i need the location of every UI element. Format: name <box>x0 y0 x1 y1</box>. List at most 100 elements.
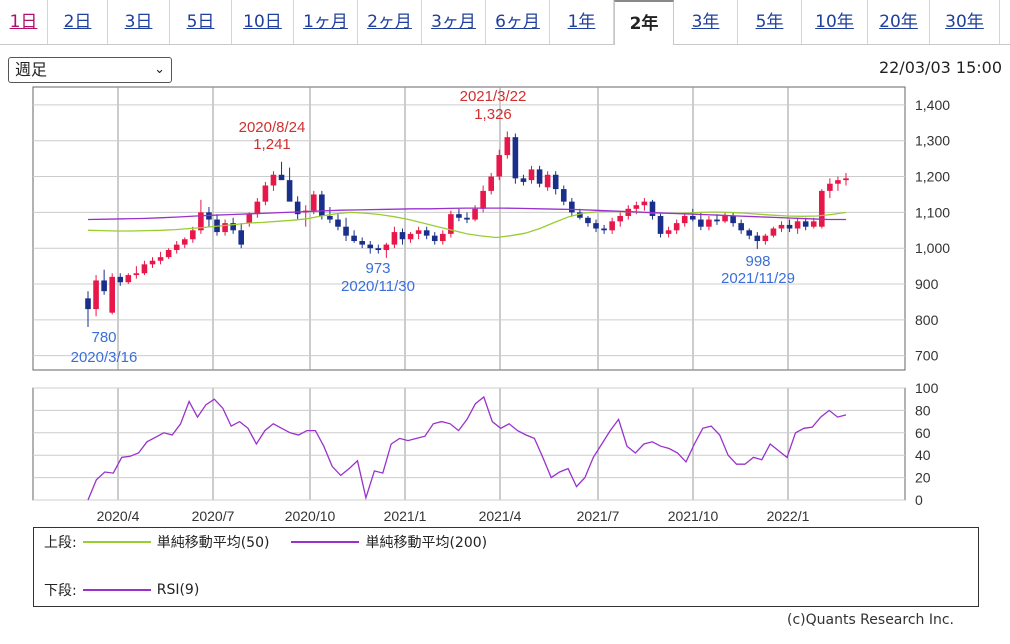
candle-body <box>770 228 777 236</box>
candle-body <box>141 264 148 274</box>
candle-body <box>407 233 414 240</box>
x-tick-label: 2021/10 <box>668 508 719 524</box>
stock-chart: 2020/4 2020/7 2020/10 2021/1 2021/4 2021/7 202… <box>32 86 950 524</box>
candle-body <box>585 217 591 224</box>
candle-body <box>399 232 406 240</box>
rsi-tick-label: 40 <box>915 447 931 463</box>
candle-body <box>819 190 825 227</box>
price-tick-label: 1,200 <box>915 169 950 185</box>
candle-body <box>415 230 422 234</box>
candle-body <box>383 244 390 250</box>
legend-ma50-label: 単純移動平均(50) <box>156 535 270 551</box>
candle-body <box>794 221 801 229</box>
x-tick-label: 2021/4 <box>479 508 522 524</box>
candle-body <box>173 244 180 250</box>
candle-body <box>335 219 341 227</box>
candle-body <box>786 224 793 229</box>
candle-body <box>496 155 503 177</box>
candle-body <box>665 230 672 234</box>
candle-body <box>504 137 511 156</box>
candle-body <box>601 228 607 231</box>
candle-body <box>157 257 164 261</box>
candle-body <box>738 223 744 231</box>
copyright: (c)Quants Research Inc. <box>786 612 954 628</box>
candle-body <box>843 178 849 181</box>
annotation-date: 2021/11/29 <box>721 270 795 287</box>
price-tick-label: 800 <box>915 312 939 328</box>
annotation-value: 973 <box>365 260 390 277</box>
candle-body <box>85 298 91 310</box>
price-tick-label: 1,400 <box>915 97 950 113</box>
candle-body <box>722 215 728 222</box>
price-tick-label: 1,100 <box>915 204 950 220</box>
candle-body <box>431 235 438 242</box>
candle-body <box>270 174 277 186</box>
candle-body <box>649 201 656 216</box>
candle-body <box>101 280 107 292</box>
price-tick-label: 1,000 <box>915 240 950 256</box>
chart-legend: 上段: 単純移動平均(50) 単純移動平均(200) 下段: RSI(9) <box>33 527 979 607</box>
candle-body <box>327 215 333 220</box>
legend-lower-label: 下段: <box>44 583 77 599</box>
candle-body <box>827 183 833 191</box>
rsi-tick-label: 60 <box>915 425 931 441</box>
legend-ma200-swatch <box>291 541 360 543</box>
x-tick-label: 2022/1 <box>767 508 810 524</box>
price-tick-label: 700 <box>915 348 939 364</box>
candle-body <box>117 276 124 283</box>
candle-body <box>520 178 527 182</box>
candle-body <box>560 189 567 202</box>
candle-body <box>367 244 374 249</box>
annotation-date: 2020/11/30 <box>341 278 415 295</box>
candle-body <box>810 221 817 227</box>
legend-rsi-label: RSI(9) <box>156 582 200 598</box>
annotation-value: 1,326 <box>474 106 512 123</box>
candle-body <box>262 185 269 202</box>
x-tick-label: 2021/1 <box>384 508 427 524</box>
annotation-date: 2020/8/24 <box>239 119 306 136</box>
candle-body <box>133 273 140 276</box>
candle-body <box>528 169 535 181</box>
candle-body <box>391 232 398 245</box>
candle-body <box>746 230 753 236</box>
x-tick-label: 2020/7 <box>192 508 235 524</box>
rsi-tick-label: 100 <box>915 380 939 396</box>
candle-body <box>480 190 486 209</box>
candle-body <box>835 180 841 184</box>
candle-body <box>673 223 680 231</box>
candle-body <box>351 235 357 242</box>
candle-body <box>190 230 196 240</box>
candle-body <box>778 224 785 229</box>
candle-body <box>93 280 99 310</box>
candle-body <box>544 174 551 188</box>
candle-body <box>440 233 446 242</box>
x-tick-label: 2021/7 <box>577 508 620 524</box>
candle-body <box>488 176 494 191</box>
candle-body <box>762 235 769 242</box>
candle-body <box>698 219 704 227</box>
candle-body <box>456 214 462 218</box>
candle-body <box>181 239 188 245</box>
candle-body <box>254 201 261 215</box>
x-tick-label: 2020/4 <box>97 508 140 524</box>
candle-body <box>222 223 228 233</box>
candle-body <box>552 174 559 190</box>
annotation-date: 2021/3/22 <box>460 88 527 105</box>
candle-body <box>472 208 478 220</box>
x-tick-label: 2020/10 <box>285 508 336 524</box>
rsi-tick-label: 80 <box>915 402 931 418</box>
annotation-value: 998 <box>745 253 770 270</box>
legend-upper-row: 上段: 単純移動平均(50) 単純移動平均(200) <box>44 532 487 552</box>
candle-body <box>633 205 640 209</box>
legend-rsi-swatch <box>82 589 151 591</box>
legend-ma50-swatch <box>82 541 151 543</box>
annotation-value: 1,241 <box>253 136 291 153</box>
candle-body <box>343 226 349 236</box>
candle-body <box>149 260 156 265</box>
candle-body <box>246 214 253 224</box>
price-tick-label: 900 <box>915 276 939 292</box>
candle-body <box>165 249 172 258</box>
candle-body <box>286 180 293 202</box>
candle-body <box>730 215 736 224</box>
annotation-date: 2020/3/16 <box>71 349 138 366</box>
